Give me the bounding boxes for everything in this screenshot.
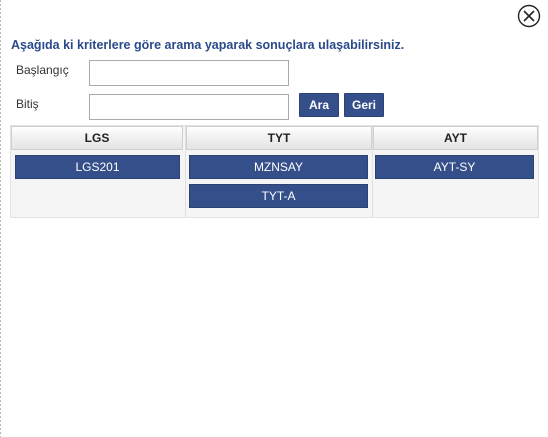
column-header-tyt: TYT [186,126,372,150]
column-header-lgs: LGS [11,126,183,150]
start-label: Başlangıç [16,63,69,77]
dialog-left-border [0,0,1,437]
search-button[interactable]: Ara [299,93,339,117]
results-table: LGS LGS201 TYT MZNSAY TYT-A AYT AYT-SY [10,125,539,218]
result-item-tyt-a[interactable]: TYT-A [189,184,368,208]
search-dialog: Aşağıda ki kriterlere göre arama yaparak… [0,0,548,437]
end-input[interactable] [89,94,289,120]
results-column-ayt: AYT AYT-SY [371,126,538,217]
close-icon[interactable] [517,4,541,28]
end-label: Bitiş [16,97,39,111]
result-item-mznsay[interactable]: MZNSAY [189,155,368,179]
result-item-ayt-sy[interactable]: AYT-SY [375,155,534,179]
results-column-lgs: LGS LGS201 [11,126,185,217]
back-button[interactable]: Geri [344,93,384,117]
instruction-text: Aşağıda ki kriterlere göre arama yaparak… [11,38,405,52]
start-input[interactable] [89,60,289,86]
result-item-lgs201[interactable]: LGS201 [15,155,180,179]
results-column-tyt: TYT MZNSAY TYT-A [185,126,373,217]
column-header-ayt: AYT [373,126,538,150]
